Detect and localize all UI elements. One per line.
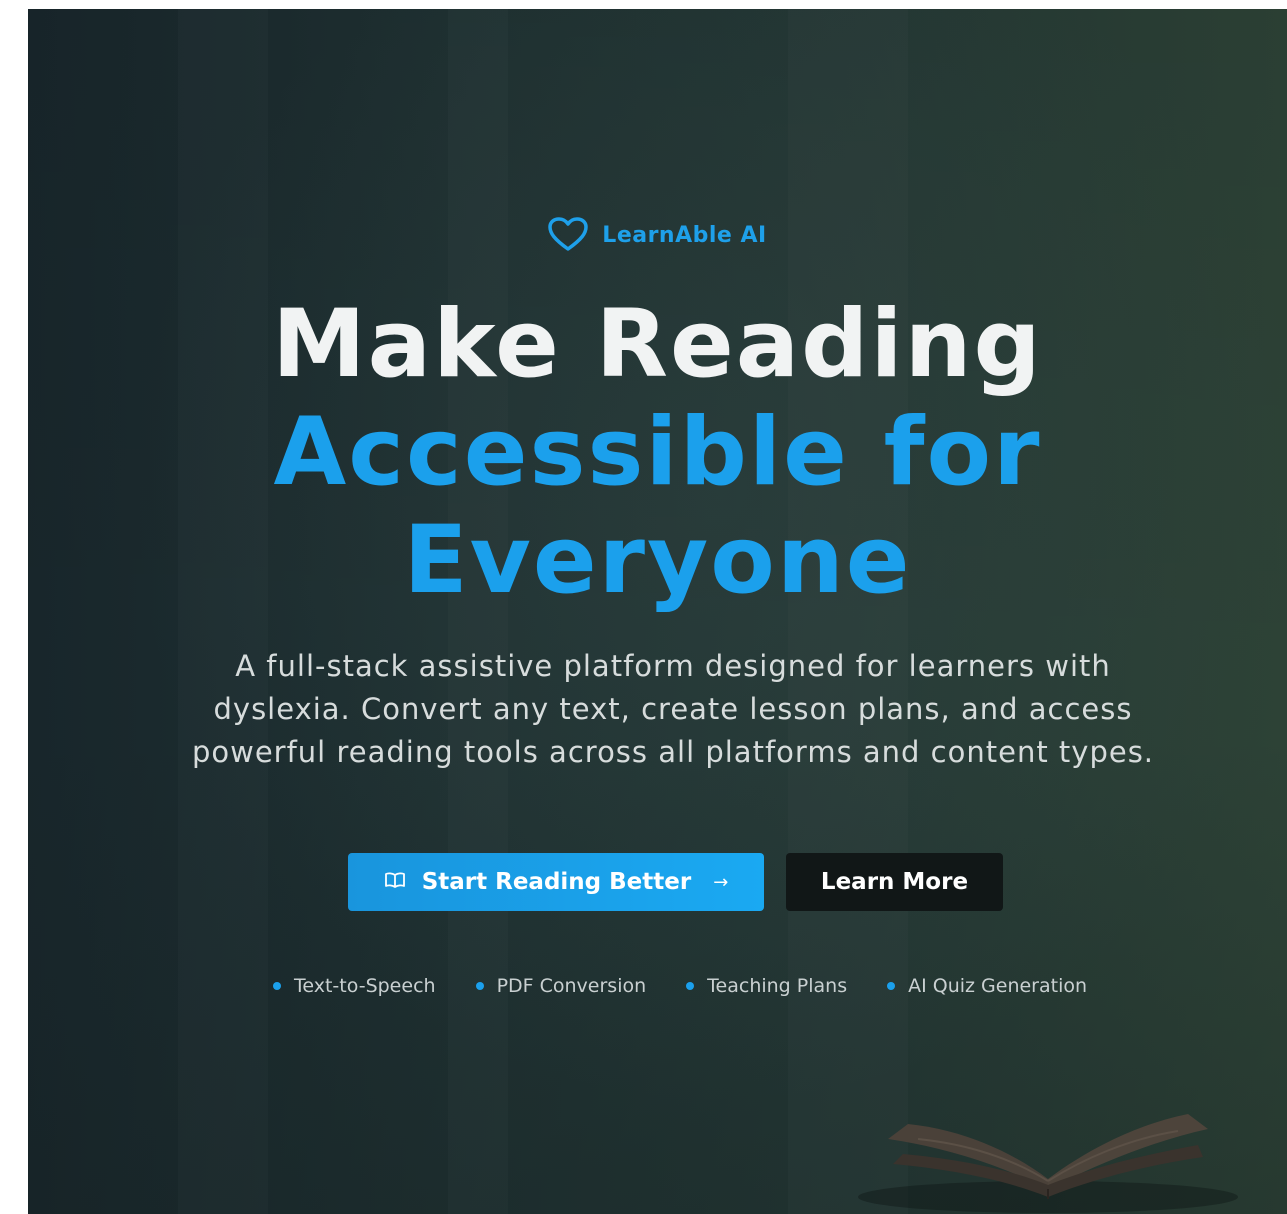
feature-label: Text-to-Speech [294,975,436,997]
heart-icon [548,217,589,253]
learn-more-label: Learn More [820,869,969,895]
hero-subtitle: A full-stack assistive platform designed… [191,649,1155,769]
learn-more-button[interactable]: Learn More [786,853,1003,911]
bullet-dot-icon [686,982,695,990]
hero-headline: Make Reading Accessible for Everyone [28,291,1287,615]
feature-item: AI Quiz Generation [887,975,1087,997]
feature-label: Teaching Plans [707,975,848,997]
start-reading-label: Start Reading Better [421,869,692,895]
start-reading-button[interactable]: Start Reading Better → [348,853,764,911]
arrow-right-icon: → [713,871,729,893]
brand-header: LearnAble AI [28,217,1287,253]
bullet-dot-icon [475,982,484,990]
brand-name: LearnAble AI [602,222,767,248]
headline-line-2: Accessible for [273,398,1042,507]
feature-item: PDF Conversion [475,975,647,997]
hero-section: LearnAble AI Make Reading Accessible for… [28,9,1287,1214]
feature-item: Text-to-Speech [273,975,436,997]
feature-item: Teaching Plans [686,975,847,997]
headline-line-3: Everyone [403,506,912,615]
feature-label: PDF Conversion [496,975,647,997]
bullet-dot-icon [887,982,896,990]
headline-line-1: Make Reading [272,290,1043,399]
open-book-illustration [848,1069,1248,1214]
book-open-icon [384,869,406,895]
feature-label: AI Quiz Generation [908,975,1088,997]
feature-list: Text-to-Speech PDF Conversion Teaching P… [273,975,1087,997]
bullet-dot-icon [273,982,281,990]
